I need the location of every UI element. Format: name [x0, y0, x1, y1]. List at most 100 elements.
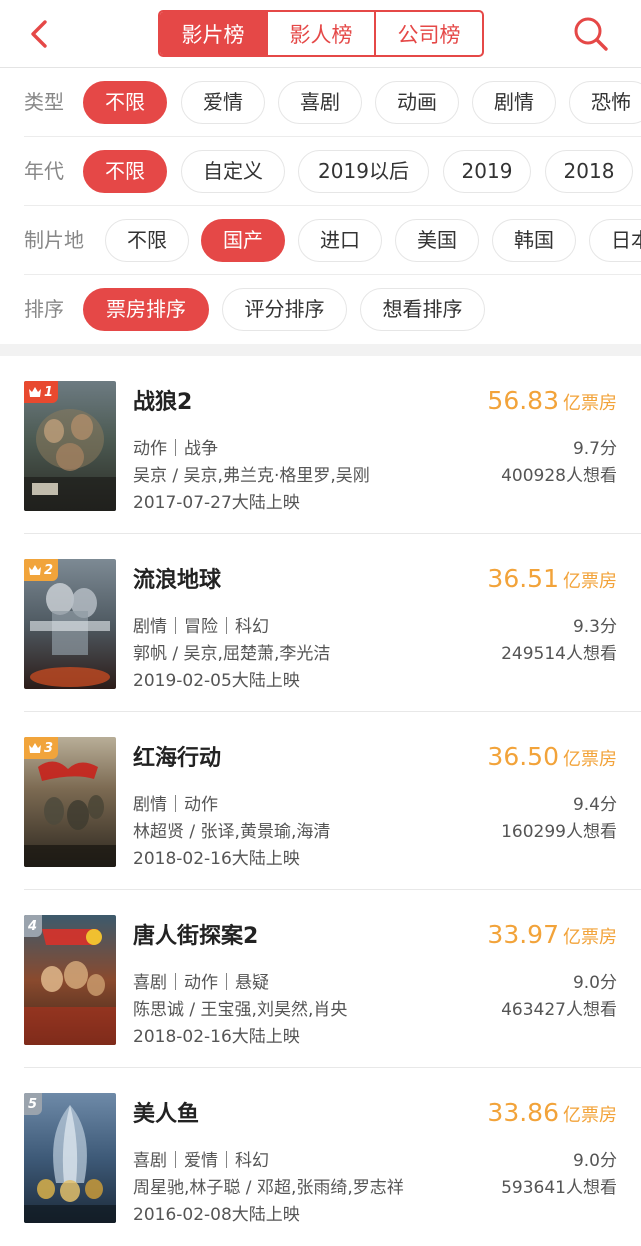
movie-title: 唐人街探案2 [133, 924, 259, 949]
tab-people-ranking[interactable]: 影人榜 [266, 12, 374, 55]
filter-row-region: 制片地 不限 国产 进口 美国 韩国 日本 [0, 206, 641, 275]
filter-chip-era-any[interactable]: 不限 [83, 150, 167, 193]
filter-panel: 类型 不限 爱情 喜剧 动画 剧情 恐怖 年代 不限 自定义 2019以后 20… [0, 68, 641, 344]
movie-genres: 动作｜战争 [133, 439, 218, 459]
movie-wish-count: 249514人想看 [501, 644, 617, 664]
tab-company-ranking[interactable]: 公司榜 [374, 12, 482, 55]
filter-label-genre: 类型 [24, 90, 64, 114]
filter-chip-region-usa[interactable]: 美国 [395, 219, 479, 262]
rank-number: 2 [44, 562, 54, 578]
movie-cast: 吴京 / 吴京,弗兰克·格里罗,吴刚 [133, 466, 370, 486]
movie-release-date: 2019-02-05大陆上映 [133, 671, 300, 691]
box-office: 33.97 亿票房 [487, 920, 617, 949]
crown-icon [29, 743, 41, 753]
movie-cast: 郭帆 / 吴京,屈楚萧,李光洁 [133, 644, 331, 664]
movie-score: 9.0分 [572, 973, 617, 993]
section-divider [0, 344, 641, 356]
search-button[interactable] [571, 14, 611, 54]
movie-score: 9.3分 [572, 617, 617, 637]
movie-genres: 剧情｜冒险｜科幻 [133, 617, 269, 637]
box-office: 33.86 亿票房 [487, 1098, 617, 1127]
filter-chip-region-imported[interactable]: 进口 [298, 219, 382, 262]
search-icon [574, 17, 608, 51]
rank-number: 5 [28, 1096, 38, 1112]
rank-badge: 1 [24, 381, 59, 403]
filter-chip-era-2019[interactable]: 2019 [443, 150, 531, 193]
box-office-unit: 亿票房 [563, 393, 617, 414]
movie-poster: 1 [24, 381, 116, 511]
box-office-unit: 亿票房 [563, 1105, 617, 1126]
filter-chip-genre-romance[interactable]: 爱情 [181, 81, 265, 124]
movie-poster: 2 [24, 559, 116, 689]
box-office-unit: 亿票房 [563, 927, 617, 948]
rank-badge: 5 [24, 1093, 43, 1115]
filter-chip-region-japan[interactable]: 日本 [589, 219, 641, 262]
crown-icon [29, 387, 41, 397]
rank-badge: 3 [24, 737, 59, 759]
movie-release-date: 2017-07-27大陆上映 [133, 493, 300, 513]
rank-number: 3 [44, 740, 54, 756]
filter-chip-genre-drama[interactable]: 剧情 [472, 81, 556, 124]
box-office-value: 36.50 [487, 742, 559, 771]
rank-badge: 2 [24, 559, 59, 581]
ranking-type-tabs: 影片榜 影人榜 公司榜 [158, 10, 484, 57]
movie-cast: 林超贤 / 张译,黄景瑜,海清 [133, 822, 331, 842]
filter-chip-era-custom[interactable]: 自定义 [181, 150, 285, 193]
box-office: 36.50 亿票房 [487, 742, 617, 771]
movie-title: 战狼2 [133, 390, 193, 415]
sort-chip-rating[interactable]: 评分排序 [222, 288, 347, 331]
movie-cast: 周星驰,林子聪 / 邓超,张雨绮,罗志祥 [133, 1178, 404, 1198]
list-item[interactable]: 1 战狼2 动作｜战争 吴京 / 吴京,弗兰克·格里罗,吴刚 2017-07-2… [0, 356, 641, 534]
filter-label-era: 年代 [24, 159, 64, 183]
box-office: 36.51 亿票房 [487, 564, 617, 593]
box-office-value: 33.97 [487, 920, 559, 949]
box-office-value: 56.83 [487, 386, 559, 415]
rank-number: 1 [44, 384, 54, 400]
sort-chip-want-to-see[interactable]: 想看排序 [360, 288, 485, 331]
filter-chip-era-after-2019[interactable]: 2019以后 [298, 150, 429, 193]
chevron-left-icon [31, 20, 47, 48]
sort-chip-box-office[interactable]: 票房排序 [83, 288, 209, 331]
filter-label-sort: 排序 [24, 297, 64, 321]
movie-cast: 陈思诚 / 王宝强,刘昊然,肖央 [133, 1000, 348, 1020]
filter-chip-genre-animation[interactable]: 动画 [375, 81, 459, 124]
movie-wish-count: 593641人想看 [501, 1178, 617, 1198]
list-item[interactable]: 5 美人鱼 喜剧｜爱情｜科幻 周星驰,林子聪 / 邓超,张雨绮,罗志祥 2016… [0, 1068, 641, 1246]
box-office-unit: 亿票房 [563, 749, 617, 770]
filter-chip-genre-comedy[interactable]: 喜剧 [278, 81, 362, 124]
rank-badge: 4 [24, 915, 43, 937]
movie-title: 美人鱼 [133, 1102, 200, 1127]
movie-wish-count: 160299人想看 [501, 822, 617, 842]
tab-movie-ranking[interactable]: 影片榜 [160, 12, 266, 55]
list-item[interactable]: 4 唐人街探案2 喜剧｜动作｜悬疑 陈思诚 / 王宝强,刘昊然,肖央 2018-… [0, 890, 641, 1068]
movie-release-date: 2018-02-16大陆上映 [133, 849, 300, 869]
back-button[interactable] [22, 16, 58, 52]
filter-chip-region-any[interactable]: 不限 [105, 219, 189, 262]
filter-label-region: 制片地 [24, 228, 84, 252]
movie-score: 9.0分 [572, 1151, 617, 1171]
top-nav-bar: 影片榜 影人榜 公司榜 [0, 0, 641, 68]
filter-chip-era-2018[interactable]: 2018 [545, 150, 633, 193]
movie-poster: 4 [24, 915, 116, 1045]
list-item[interactable]: 3 红海行动 剧情｜动作 林超贤 / 张译,黄景瑜,海清 2018-02-16大… [0, 712, 641, 890]
movie-release-date: 2016-02-08大陆上映 [133, 1205, 300, 1225]
movie-wish-count: 400928人想看 [501, 466, 617, 486]
crown-icon [29, 565, 41, 575]
rank-number: 4 [28, 918, 38, 934]
filter-row-genre: 类型 不限 爱情 喜剧 动画 剧情 恐怖 [0, 68, 641, 137]
box-office: 56.83 亿票房 [487, 386, 617, 415]
movie-score: 9.4分 [572, 795, 617, 815]
movie-wish-count: 463427人想看 [501, 1000, 617, 1020]
movie-genres: 剧情｜动作 [133, 795, 218, 815]
movie-title: 流浪地球 [133, 568, 222, 593]
box-office-value: 33.86 [487, 1098, 559, 1127]
list-item[interactable]: 2 流浪地球 剧情｜冒险｜科幻 郭帆 / 吴京,屈楚萧,李光洁 2019-02-… [0, 534, 641, 712]
filter-row-sort: 排序 票房排序 评分排序 想看排序 [0, 275, 641, 344]
filter-chip-genre-any[interactable]: 不限 [83, 81, 167, 124]
movie-poster: 5 [24, 1093, 116, 1223]
box-office-unit: 亿票房 [563, 571, 617, 592]
filter-chip-region-korea[interactable]: 韩国 [492, 219, 576, 262]
filter-chip-genre-horror[interactable]: 恐怖 [569, 81, 641, 124]
movie-release-date: 2018-02-16大陆上映 [133, 1027, 300, 1047]
filter-chip-region-domestic[interactable]: 国产 [201, 219, 285, 262]
